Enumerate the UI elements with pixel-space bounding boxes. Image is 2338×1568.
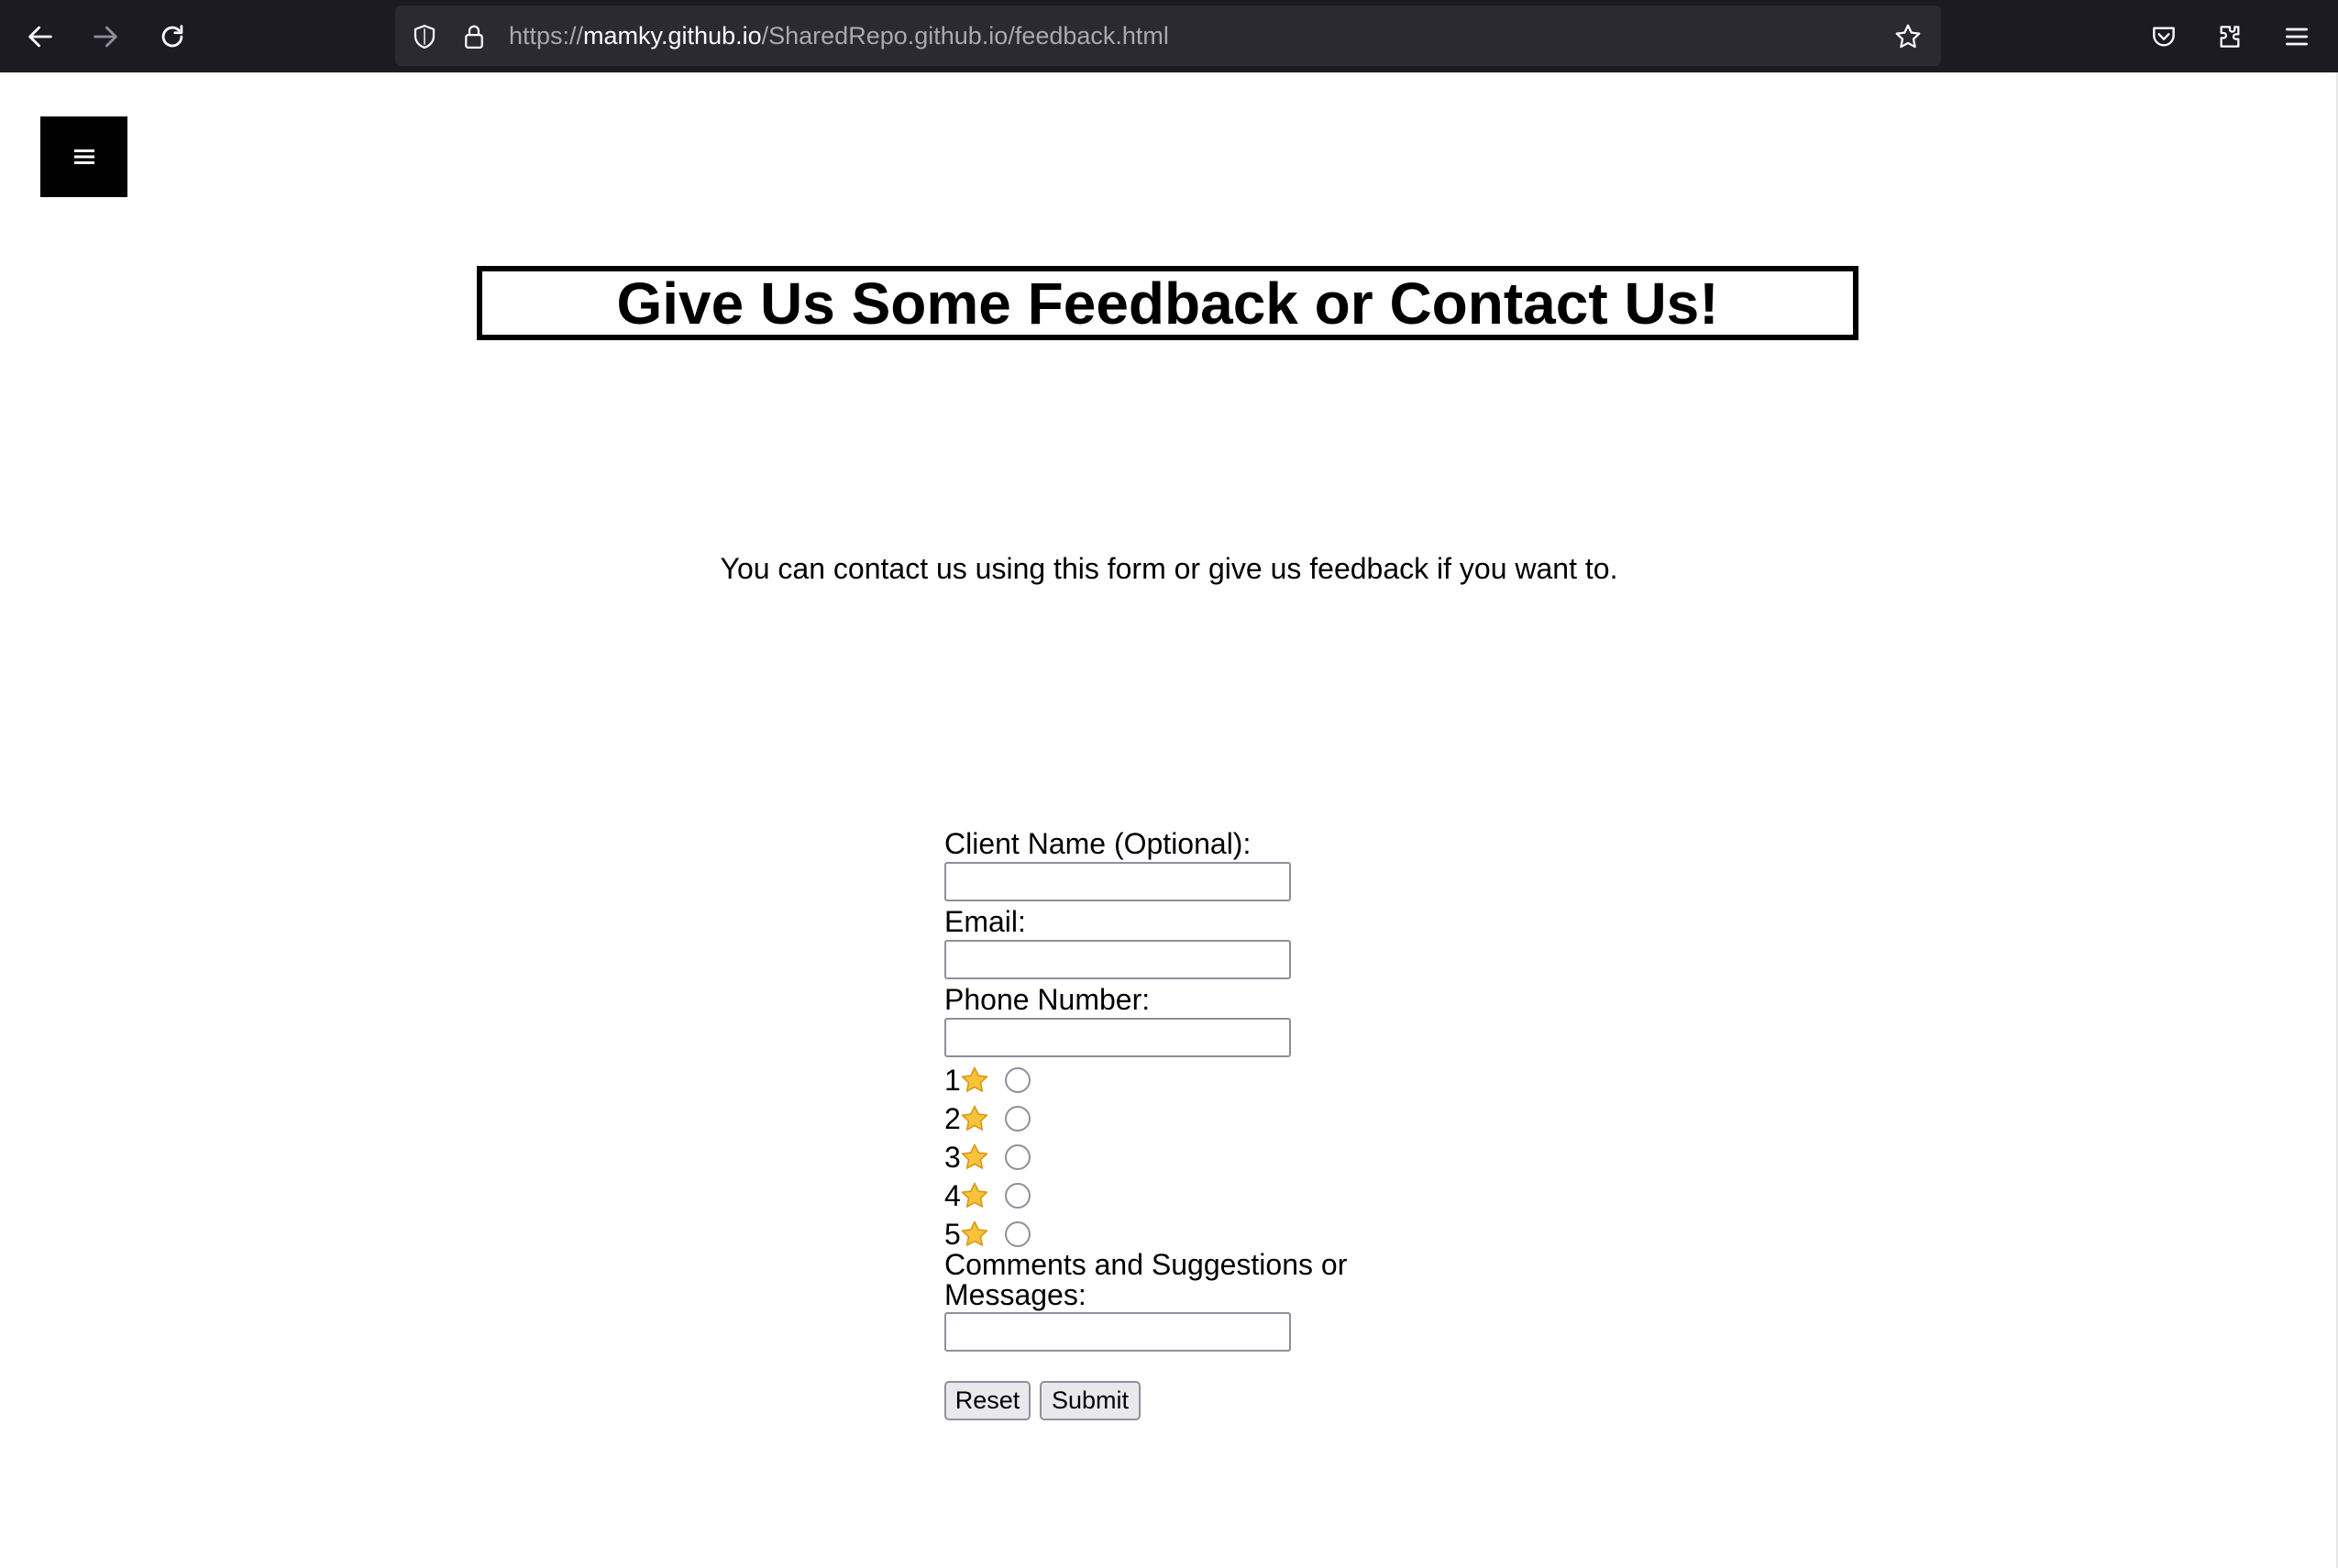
shield-icon[interactable]	[409, 21, 440, 52]
page-title-box: Give Us Some Feedback or Contact Us!	[477, 266, 1858, 340]
hamburger-icon	[73, 149, 94, 164]
rating-radio-4[interactable]	[1005, 1183, 1031, 1209]
app-menu-button[interactable]	[2273, 13, 2321, 61]
rating-option-3: 3	[944, 1138, 1384, 1176]
reload-button[interactable]	[149, 13, 196, 61]
feedback-form: Client Name (Optional): Email: Phone Num…	[944, 827, 1384, 1420]
comments-input[interactable]	[944, 1312, 1291, 1352]
menu-icon	[2286, 28, 2308, 46]
reload-icon	[161, 25, 183, 48]
browser-toolbar: https://mamky.github.io/SharedRepo.githu…	[0, 0, 2338, 72]
url-text[interactable]: https://mamky.github.io/SharedRepo.githu…	[509, 6, 1169, 66]
form-buttons: Reset Submit	[944, 1381, 1384, 1420]
rating-option-1: 1	[944, 1061, 1384, 1099]
intro-text: You can contact us using this form or gi…	[720, 552, 1618, 585]
rating-radio-1[interactable]	[1005, 1067, 1031, 1093]
star-icon	[961, 1143, 988, 1169]
forward-button[interactable]	[82, 13, 129, 61]
rating-radio-2[interactable]	[1005, 1106, 1031, 1132]
page-title: Give Us Some Feedback or Contact Us!	[616, 270, 1719, 337]
rating-number: 2	[944, 1102, 961, 1135]
phone-input[interactable]	[944, 1018, 1291, 1057]
back-button[interactable]	[17, 13, 64, 61]
submit-button[interactable]: Submit	[1040, 1381, 1141, 1420]
star-icon	[961, 1066, 988, 1092]
rating-radio-3[interactable]	[1005, 1144, 1031, 1170]
email-input[interactable]	[944, 940, 1291, 979]
extensions-button[interactable]	[2206, 13, 2254, 61]
url-path: /SharedRepo.github.io/feedback.html	[761, 22, 1169, 50]
url-scheme: https://	[509, 22, 584, 50]
pocket-icon	[2153, 27, 2175, 47]
email-label: Email:	[944, 905, 1026, 938]
rating-number: 1	[944, 1064, 961, 1097]
url-bar[interactable]: https://mamky.github.io/SharedRepo.githu…	[395, 6, 1941, 66]
nav-menu-button[interactable]	[40, 116, 127, 197]
comments-label: Comments and Suggestions or Messages:	[944, 1248, 1348, 1311]
rating-option-4: 4	[944, 1176, 1384, 1215]
star-icon	[961, 1182, 988, 1208]
bookmark-star-icon[interactable]	[1892, 21, 1924, 52]
rating-number: 3	[944, 1141, 961, 1174]
forward-arrow-icon	[94, 26, 117, 48]
page-content: Give Us Some Feedback or Contact Us! You…	[0, 72, 2338, 1568]
puzzle-icon	[2220, 26, 2240, 48]
star-icon	[961, 1105, 988, 1131]
reset-button[interactable]: Reset	[944, 1381, 1031, 1420]
client-name-label: Client Name (Optional):	[944, 827, 1252, 860]
url-domain: mamky.github.io	[583, 22, 762, 50]
rating-radio-5[interactable]	[1005, 1221, 1031, 1247]
rating-number: 4	[944, 1179, 961, 1212]
star-icon	[961, 1220, 988, 1246]
pocket-button[interactable]	[2140, 13, 2188, 61]
phone-label: Phone Number:	[944, 983, 1151, 1016]
client-name-input[interactable]	[944, 862, 1291, 901]
back-arrow-icon	[28, 26, 52, 48]
lock-icon[interactable]	[458, 21, 490, 52]
rating-option-2: 2	[944, 1099, 1384, 1138]
